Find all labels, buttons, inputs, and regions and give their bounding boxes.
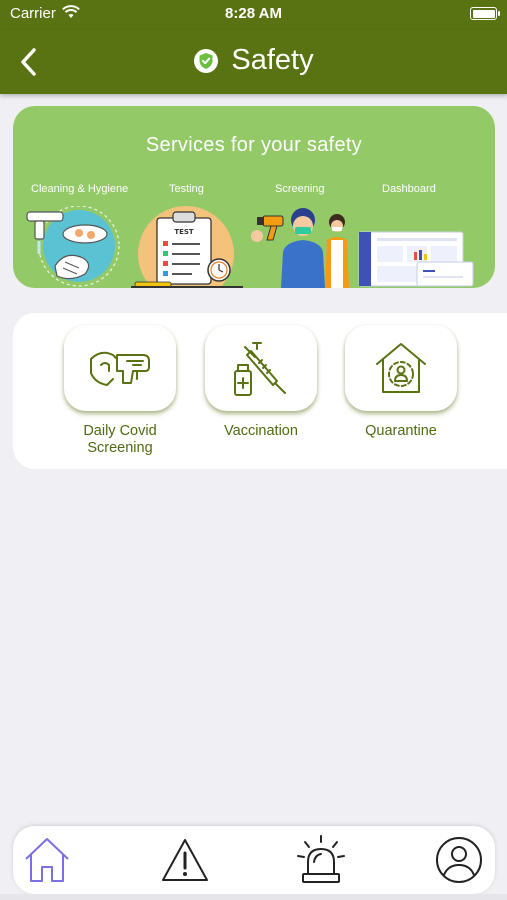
tab-profile[interactable] <box>433 834 485 886</box>
tab-home[interactable] <box>21 834 73 886</box>
quarantine-label: Quarantine <box>365 423 437 439</box>
quarantine-tile[interactable]: Quarantine <box>345 325 457 440</box>
tab-emergency[interactable] <box>295 834 347 886</box>
vaccination-label: Vaccination <box>224 423 298 439</box>
syringe-vial-icon <box>234 342 286 396</box>
thermometer-gun-icon <box>90 351 150 386</box>
banner-label-testing: Testing <box>169 183 204 195</box>
tab-alerts[interactable] <box>159 834 211 886</box>
banner-label-screening: Screening <box>275 183 325 195</box>
safety-banner: Services for your safety Cleaning & Hygi… <box>13 106 495 288</box>
status-time: 8:28 AM <box>225 5 282 22</box>
status-bar: Carrier 8:28 AM <box>0 0 507 30</box>
vaccination-tile[interactable]: Vaccination <box>205 325 317 440</box>
shield-check-icon <box>194 48 219 73</box>
battery-icon <box>470 7 500 20</box>
house-person-icon <box>376 343 426 393</box>
profile-icon <box>436 837 482 883</box>
dashboard-illustration <box>358 231 474 287</box>
daily-covid-screening-label: Daily Covid Screening <box>83 423 157 456</box>
warning-icon <box>162 839 208 881</box>
home-indicator <box>0 894 507 900</box>
banner-label-dashboard: Dashboard <box>382 183 436 195</box>
hand-washing-illustration <box>26 206 120 287</box>
test-sheet-text: TEST <box>174 228 194 236</box>
vaccination-button[interactable] <box>205 325 317 411</box>
daily-covid-screening-button[interactable] <box>64 325 176 411</box>
banner-heading: Services for your safety <box>145 134 363 156</box>
services-card: Daily Covid Screening Vaccination Quaran… <box>13 313 507 469</box>
daily-covid-screening-tile[interactable]: Daily Covid Screening <box>64 325 176 457</box>
tab-bar <box>13 826 495 894</box>
home-icon <box>25 838 69 882</box>
quarantine-button[interactable] <box>345 325 457 411</box>
test-clipboard-illustration: TEST <box>131 206 243 288</box>
temperature-screening-illustration <box>251 208 349 288</box>
page-title: Safety <box>231 44 314 76</box>
banner-label-cleaning: Cleaning & Hygiene <box>31 183 129 195</box>
alarm-light-icon <box>297 835 345 883</box>
nav-bar: Safety <box>0 30 507 94</box>
